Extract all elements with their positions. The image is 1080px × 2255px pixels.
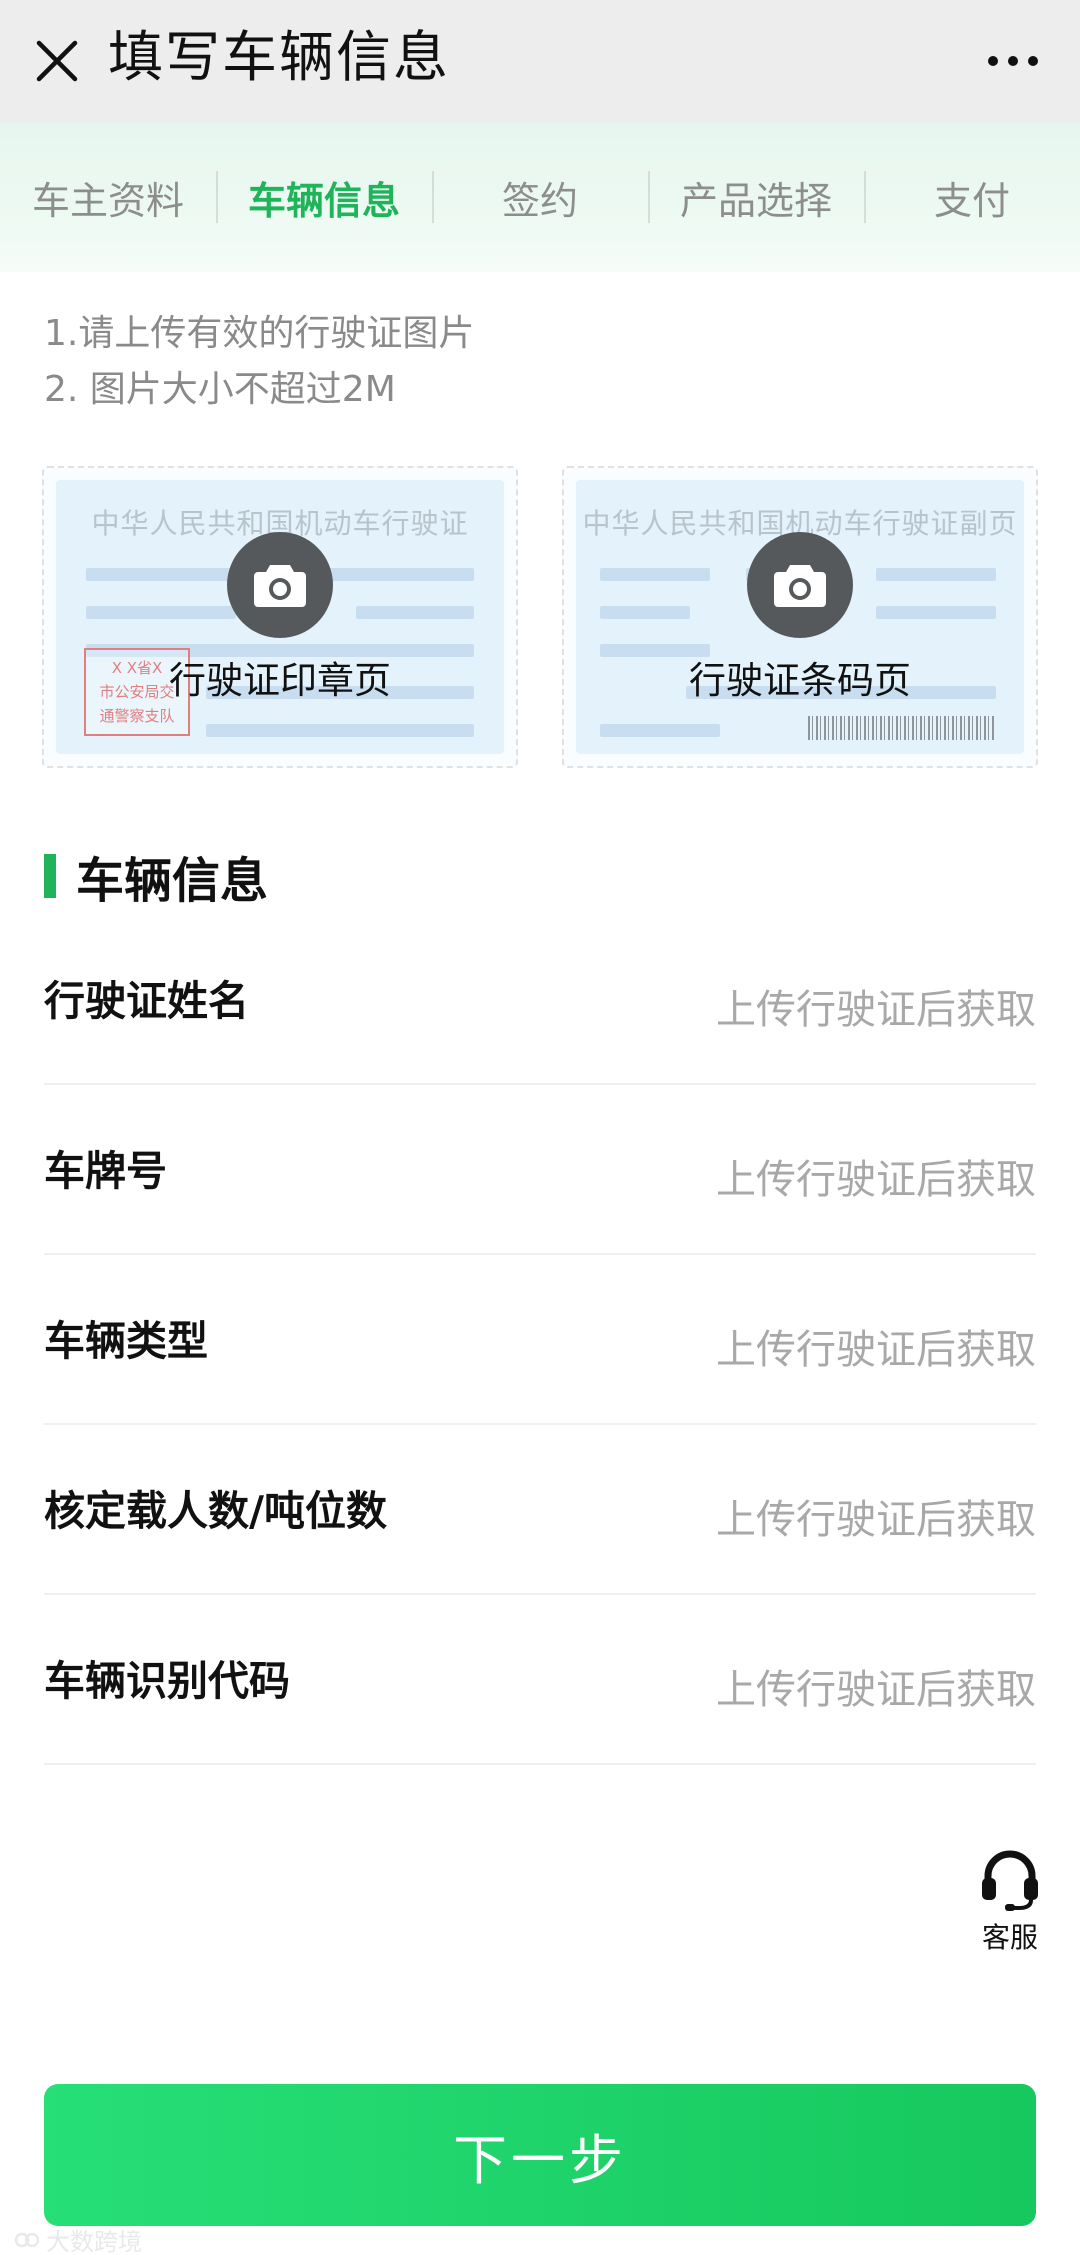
close-button[interactable] <box>22 26 92 96</box>
section-accent-bar <box>44 854 56 898</box>
doc-line <box>876 606 996 619</box>
form-row-vehicle-type[interactable]: 车辆类型 上传行驶证后获取 <box>44 1255 1036 1425</box>
watermark-logo-icon <box>14 2232 40 2247</box>
stamp-text: 通警察支队 <box>99 707 175 725</box>
row-value: 上传行驶证后获取 <box>716 1157 1036 1203</box>
doc-line <box>600 724 720 737</box>
more-icon-dot <box>1028 56 1038 66</box>
doc-line <box>86 606 236 619</box>
upload-label: 行驶证印章页 <box>169 659 391 702</box>
page-title: 填写车辆信息 <box>108 25 451 89</box>
camera-glyph <box>774 565 826 607</box>
upload-tips: 1.请上传有效的行驶证图片 2. 图片大小不超过2M <box>44 306 474 418</box>
row-label: 车辆类型 <box>44 1317 208 1365</box>
step-vehicle-info[interactable]: 车辆信息 <box>216 169 432 225</box>
vehicle-info-form: 行驶证姓名 上传行驶证后获取 车牌号 上传行驶证后获取 车辆类型 上传行驶证后获… <box>44 915 1036 1765</box>
row-label: 车牌号 <box>44 1147 167 1195</box>
upload-license-barcode-page[interactable]: 中华人民共和国机动车行驶证副页 行驶证条码页 <box>562 466 1038 768</box>
row-label: 车辆识别代码 <box>44 1657 290 1705</box>
step-contract[interactable]: 签约 <box>432 169 648 225</box>
upload-area: 中华人民共和国机动车行驶证 X X省X 市公安局交 通警察支队 行驶证印章页 中… <box>42 466 1038 768</box>
doc-line <box>600 606 690 619</box>
headset-icon <box>982 1850 1038 1911</box>
doc-line <box>876 568 996 581</box>
doc-line <box>206 724 474 737</box>
section-title: 车辆信息 <box>76 853 269 909</box>
upload-license-stamp-page[interactable]: 中华人民共和国机动车行驶证 X X省X 市公安局交 通警察支队 行驶证印章页 <box>42 466 518 768</box>
upload-label: 行驶证条码页 <box>689 659 911 702</box>
form-row-license-name[interactable]: 行驶证姓名 上传行驶证后获取 <box>44 915 1036 1085</box>
more-icon <box>988 56 998 66</box>
row-value: 上传行驶证后获取 <box>716 987 1036 1033</box>
form-row-plate-number[interactable]: 车牌号 上传行驶证后获取 <box>44 1085 1036 1255</box>
next-step-button[interactable]: 下一步 <box>44 2084 1036 2226</box>
tip-line: 1.请上传有效的行驶证图片 <box>44 313 475 354</box>
step-product-selection[interactable]: 产品选择 <box>648 169 864 225</box>
tip-line: 2. 图片大小不超过2M <box>44 369 396 410</box>
app-bar: 填写车辆信息 <box>0 0 1080 122</box>
customer-service-button[interactable]: 客服 <box>964 1848 1056 1958</box>
license-front-illustration: 中华人民共和国机动车行驶证 X X省X 市公安局交 通警察支队 行驶证印章页 <box>56 480 504 754</box>
camera-icon[interactable] <box>747 532 853 638</box>
camera-glyph <box>254 565 306 607</box>
row-value: 上传行驶证后获取 <box>716 1497 1036 1543</box>
more-icon-dot <box>1008 56 1018 66</box>
step-owner-info[interactable]: 车主资料 <box>0 169 216 225</box>
watermark-text: 大数跨境 <box>46 2228 142 2255</box>
row-value: 上传行驶证后获取 <box>716 1327 1036 1373</box>
barcode-graphic <box>808 716 994 740</box>
doc-line <box>600 568 710 581</box>
camera-icon[interactable] <box>227 532 333 638</box>
row-label: 核定载人数/吨位数 <box>44 1487 387 1535</box>
close-icon <box>36 40 78 82</box>
doc-line <box>356 606 474 619</box>
row-value: 上传行驶证后获取 <box>716 1667 1036 1713</box>
license-back-illustration: 中华人民共和国机动车行驶证副页 行驶证条码页 <box>576 480 1024 754</box>
step-tabs: 车主资料 车辆信息 签约 产品选择 支付 <box>0 122 1080 272</box>
form-row-capacity[interactable]: 核定载人数/吨位数 上传行驶证后获取 <box>44 1425 1036 1595</box>
customer-service-label: 客服 <box>981 1921 1038 1954</box>
row-label: 行驶证姓名 <box>44 977 249 1025</box>
form-row-vin[interactable]: 车辆识别代码 上传行驶证后获取 <box>44 1595 1036 1765</box>
more-button[interactable] <box>968 26 1058 96</box>
step-payment[interactable]: 支付 <box>864 169 1080 225</box>
section-header: 车辆信息 <box>44 848 268 909</box>
watermark: 大数跨境 <box>14 2222 142 2255</box>
